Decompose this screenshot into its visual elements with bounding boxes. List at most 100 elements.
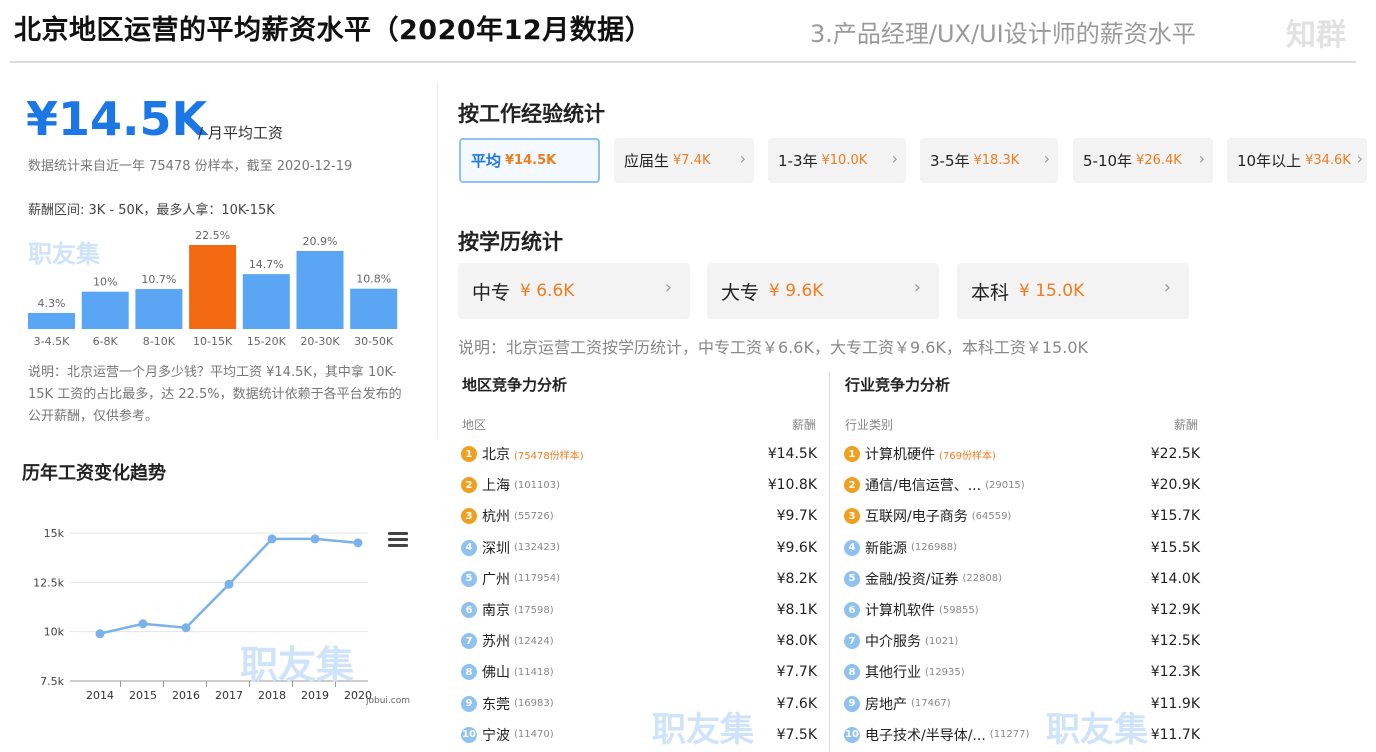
row-name: 其他行业 <box>865 665 921 682</box>
tab-label: 5-10年 <box>1083 152 1133 170</box>
trend-point[interactable] <box>95 629 105 639</box>
histogram-category-label: 6-8K <box>93 335 119 348</box>
tab-experience-3-5[interactable]: 3-5年 ¥18.3K › <box>920 138 1058 183</box>
rank-badge: 3 <box>844 508 860 525</box>
row-sample-count: (11470) <box>514 729 554 741</box>
table-row[interactable]: 10 电子技术/半导体/... (11277) <box>844 722 1029 748</box>
rank-badge: 2 <box>844 477 860 494</box>
row-salary: ¥9.7K <box>776 508 817 525</box>
row-salary: ¥12.5K <box>1150 633 1200 650</box>
rank-badge: 1 <box>844 446 860 462</box>
row-name: 佛山 <box>482 665 510 682</box>
tab-experience-graduate[interactable]: 应届生 ¥7.4K › <box>614 138 754 183</box>
row-name: 房地产 <box>865 696 907 713</box>
histogram-category-label: 30-50K <box>354 335 394 348</box>
education-card-technical[interactable]: 中专 ¥ 6.6K › <box>458 263 690 319</box>
row-name: 深圳 <box>482 540 510 557</box>
region-table-title: 地区竞争力分析 <box>462 376 568 394</box>
tab-label: 10年以上 <box>1237 152 1302 170</box>
page-header: 北京地区运营的平均薪资水平（2020年12月数据） 3.产品经理/UX/UI设计… <box>0 0 1376 63</box>
row-name: 苏州 <box>482 634 510 651</box>
row-sample-count: (117954) <box>514 573 560 585</box>
hamburger-menu-icon[interactable] <box>388 532 408 548</box>
histogram-bar <box>81 291 129 329</box>
table-row[interactable]: 2 上海 (101103) <box>461 472 560 498</box>
table-row[interactable]: 3 互联网/电子商务 (64559) <box>844 503 1011 529</box>
row-salary: ¥10.8K <box>767 477 817 494</box>
histogram-category-label: 10-15K <box>193 335 233 348</box>
row-name: 互联网/电子商务 <box>865 509 968 526</box>
row-name: 新能源 <box>865 540 907 557</box>
tab-value: ¥26.4K <box>1136 153 1182 168</box>
trend-point[interactable] <box>181 623 191 633</box>
trend-point[interactable] <box>310 534 320 544</box>
rank-badge: 6 <box>844 602 860 618</box>
table-row[interactable]: 6 南京 (17598) <box>461 597 554 623</box>
rank-badge: 4 <box>461 539 477 556</box>
row-salary: ¥14.5K <box>767 446 817 462</box>
table-row[interactable]: 7 苏州 (12424) <box>461 628 554 654</box>
table-row[interactable]: 9 房地产 (17467) <box>844 691 951 717</box>
table-row[interactable]: 4 深圳 (132423) <box>461 535 560 561</box>
table-row[interactable]: 10 宁波 (11470) <box>461 722 554 748</box>
trend-ytick-label: 10k <box>44 626 65 639</box>
table-row[interactable]: 8 其他行业 (12935) <box>844 659 965 685</box>
rank-badge: 9 <box>844 695 860 712</box>
table-row[interactable]: 9 东莞 (16983) <box>461 691 554 717</box>
table-row[interactable]: 3 杭州 (55726) <box>461 503 554 529</box>
table-row[interactable]: 1 北京 (75478份样本) <box>461 441 584 467</box>
table-row[interactable]: 5 广州 (117954) <box>461 566 560 592</box>
tab-experience-average[interactable]: 平均 ¥14.5K <box>459 138 600 183</box>
salary-distribution-chart: 4.3% 3-4.5K 10% 6-8K 10.7% 8-10K 22.5% 10-15K 14… <box>22 222 412 354</box>
rank-badge: 9 <box>461 695 477 712</box>
rank-badge: 5 <box>844 570 860 587</box>
trend-xtick-label: 2016 <box>172 689 200 702</box>
rank-badge: 8 <box>461 664 477 681</box>
tab-label: 3-5年 <box>930 152 970 170</box>
trend-point[interactable] <box>267 534 277 544</box>
watermark: 职友集 <box>240 643 355 687</box>
education-label: 大专 <box>721 281 760 304</box>
education-card-bachelor[interactable]: 本科 ¥ 15.0K › <box>957 263 1189 319</box>
histogram-bar <box>28 312 75 329</box>
table-row[interactable]: 5 金融/投资/证券 (22808) <box>844 566 1002 592</box>
tab-experience-5-10[interactable]: 5-10年 ¥26.4K › <box>1073 138 1213 183</box>
trend-xtick-label: 2017 <box>215 689 243 702</box>
table-row[interactable]: 2 通信/电信运营、... (29015) <box>844 472 1025 498</box>
row-name: 南京 <box>482 603 510 619</box>
trend-point[interactable] <box>353 538 363 548</box>
row-name: 杭州 <box>482 509 510 526</box>
row-salary: ¥22.5K <box>1150 446 1200 462</box>
tab-experience-1-3[interactable]: 1-3年 ¥10.0K › <box>768 138 906 183</box>
rank-badge: 7 <box>844 633 860 650</box>
row-sample-count: (11418) <box>514 666 554 678</box>
rank-badge: 5 <box>461 570 477 587</box>
education-label: 本科 <box>971 281 1010 304</box>
trend-point[interactable] <box>138 619 148 629</box>
trend-xtick-label: 2019 <box>301 689 329 702</box>
chevron-right-icon: › <box>913 277 921 298</box>
histogram-category-label: 20-30K <box>300 335 340 348</box>
tab-label: 1-3年 <box>778 152 818 170</box>
row-salary: ¥8.1K <box>776 602 817 618</box>
trend-point[interactable] <box>224 579 234 589</box>
histogram-bar-label: 22.5% <box>195 229 230 242</box>
histogram-category-label: 3-4.5K <box>34 335 70 348</box>
rank-badge: 1 <box>461 446 477 462</box>
table-row[interactable]: 8 佛山 (11418) <box>461 659 554 685</box>
table-row[interactable]: 1 计算机硬件 (769份样本) <box>844 441 996 467</box>
histogram-category-label: 8-10K <box>143 335 176 348</box>
table-row[interactable]: 7 中介服务 (1021) <box>844 628 958 654</box>
row-sample-count: (1021) <box>925 635 959 647</box>
row-name: 计算机软件 <box>865 603 935 619</box>
table-row[interactable]: 6 计算机软件 (59855) <box>844 597 979 623</box>
table-row[interactable]: 4 新能源 (126988) <box>844 535 957 561</box>
industry-col-salary: 薪酬 <box>1174 418 1199 432</box>
tab-value: ¥18.3K <box>973 153 1020 168</box>
tab-value: ¥7.4K <box>673 153 711 168</box>
tab-experience-10-plus[interactable]: 10年以上 ¥34.6K › <box>1227 138 1367 183</box>
histogram-bar <box>242 274 290 329</box>
education-card-college[interactable]: 大专 ¥ 9.6K › <box>707 263 939 319</box>
row-name: 宁波 <box>482 727 510 744</box>
column-divider <box>437 82 438 437</box>
